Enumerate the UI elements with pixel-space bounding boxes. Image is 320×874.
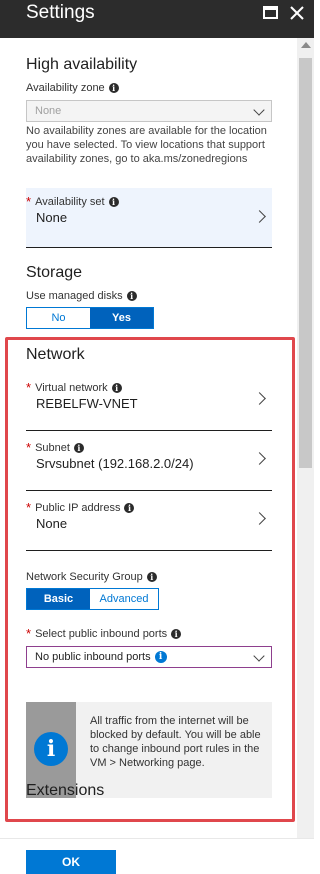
managed-disks-toggle[interactable]: No Yes — [26, 307, 154, 329]
availability-set-label-text: Availability set — [35, 195, 105, 208]
footer-bar: OK — [0, 838, 314, 874]
info-icon[interactable]: i — [108, 196, 119, 207]
info-icon[interactable]: i — [126, 291, 137, 301]
availability-zone-note: No availability zones are available for … — [26, 125, 267, 165]
availability-set-label: * Availability set i — [26, 194, 119, 209]
availability-zone-label-text: Availability zone — [26, 82, 105, 94]
availability-set-picker[interactable]: * Availability set i None — [26, 188, 272, 248]
managed-disks-no-option[interactable]: No — [27, 308, 90, 328]
managed-disks-yes-option[interactable]: Yes — [90, 308, 153, 328]
managed-disks-label-text: Use managed disks — [26, 290, 123, 302]
scroll-up-arrow-icon[interactable] — [301, 42, 311, 48]
maximize-icon[interactable] — [262, 4, 280, 22]
availability-zone-value: None — [35, 105, 62, 117]
managed-disks-label: Use managed disks i — [26, 290, 137, 302]
window-title: Settings — [26, 2, 95, 23]
availability-zone-select: None — [26, 100, 272, 122]
storage-heading: Storage — [26, 264, 83, 281]
ok-button[interactable]: OK — [26, 850, 116, 874]
close-icon[interactable] — [288, 4, 306, 22]
info-icon[interactable]: i — [108, 83, 119, 93]
availability-set-value: None — [36, 210, 68, 225]
availability-zone-label: Availability zone i — [26, 82, 119, 94]
chevron-right-icon — [253, 210, 266, 223]
scrollbar-thumb[interactable] — [299, 58, 312, 468]
title-bar: Settings — [0, 0, 314, 38]
highlight-box — [5, 337, 295, 822]
high-availability-heading: High availability — [26, 56, 138, 73]
required-asterisk: * — [26, 194, 32, 209]
chevron-down-icon — [253, 104, 265, 116]
